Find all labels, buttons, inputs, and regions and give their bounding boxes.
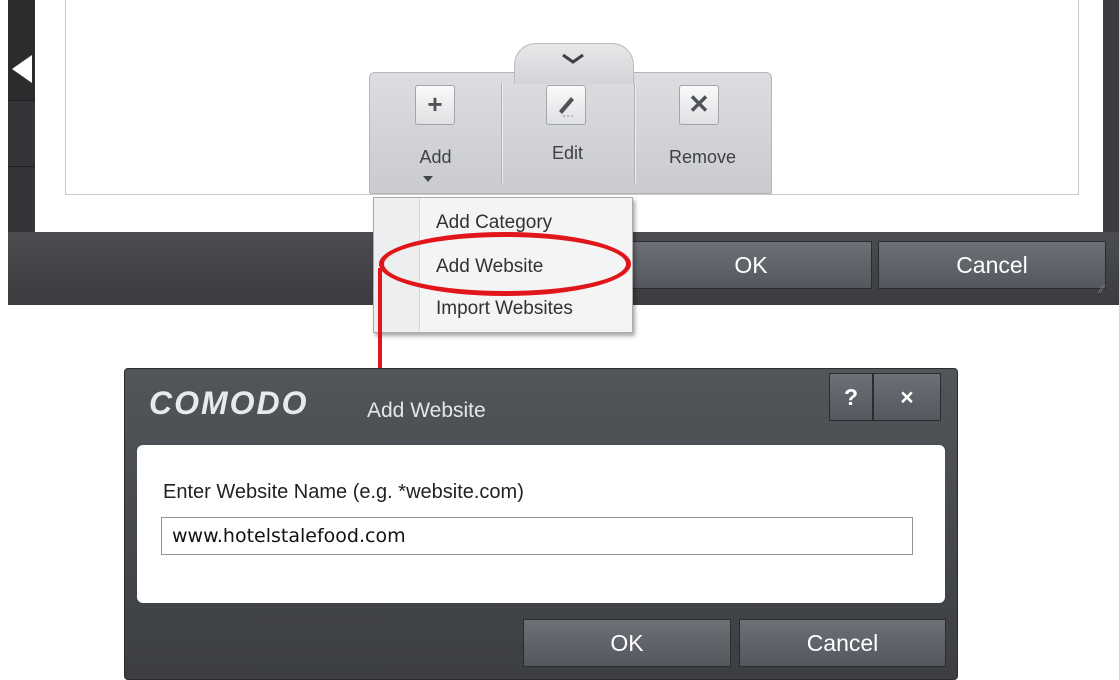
dialog-cancel-button[interactable]: Cancel [739, 619, 946, 667]
website-name-prompt: Enter Website Name (e.g. *website.com) [163, 481, 524, 503]
add-website-dialog: COMODO Add Website ? × Enter Website Nam… [124, 368, 958, 680]
close-button[interactable]: × [873, 373, 941, 421]
dialog-content-panel: Enter Website Name (e.g. *website.com) [137, 445, 945, 603]
website-name-input[interactable] [161, 517, 913, 555]
comodo-logo: COMODO [149, 385, 309, 421]
dialog-ok-button[interactable]: OK [523, 619, 731, 667]
dialog-title: Add Website [367, 399, 486, 422]
help-button[interactable]: ? [829, 373, 873, 421]
